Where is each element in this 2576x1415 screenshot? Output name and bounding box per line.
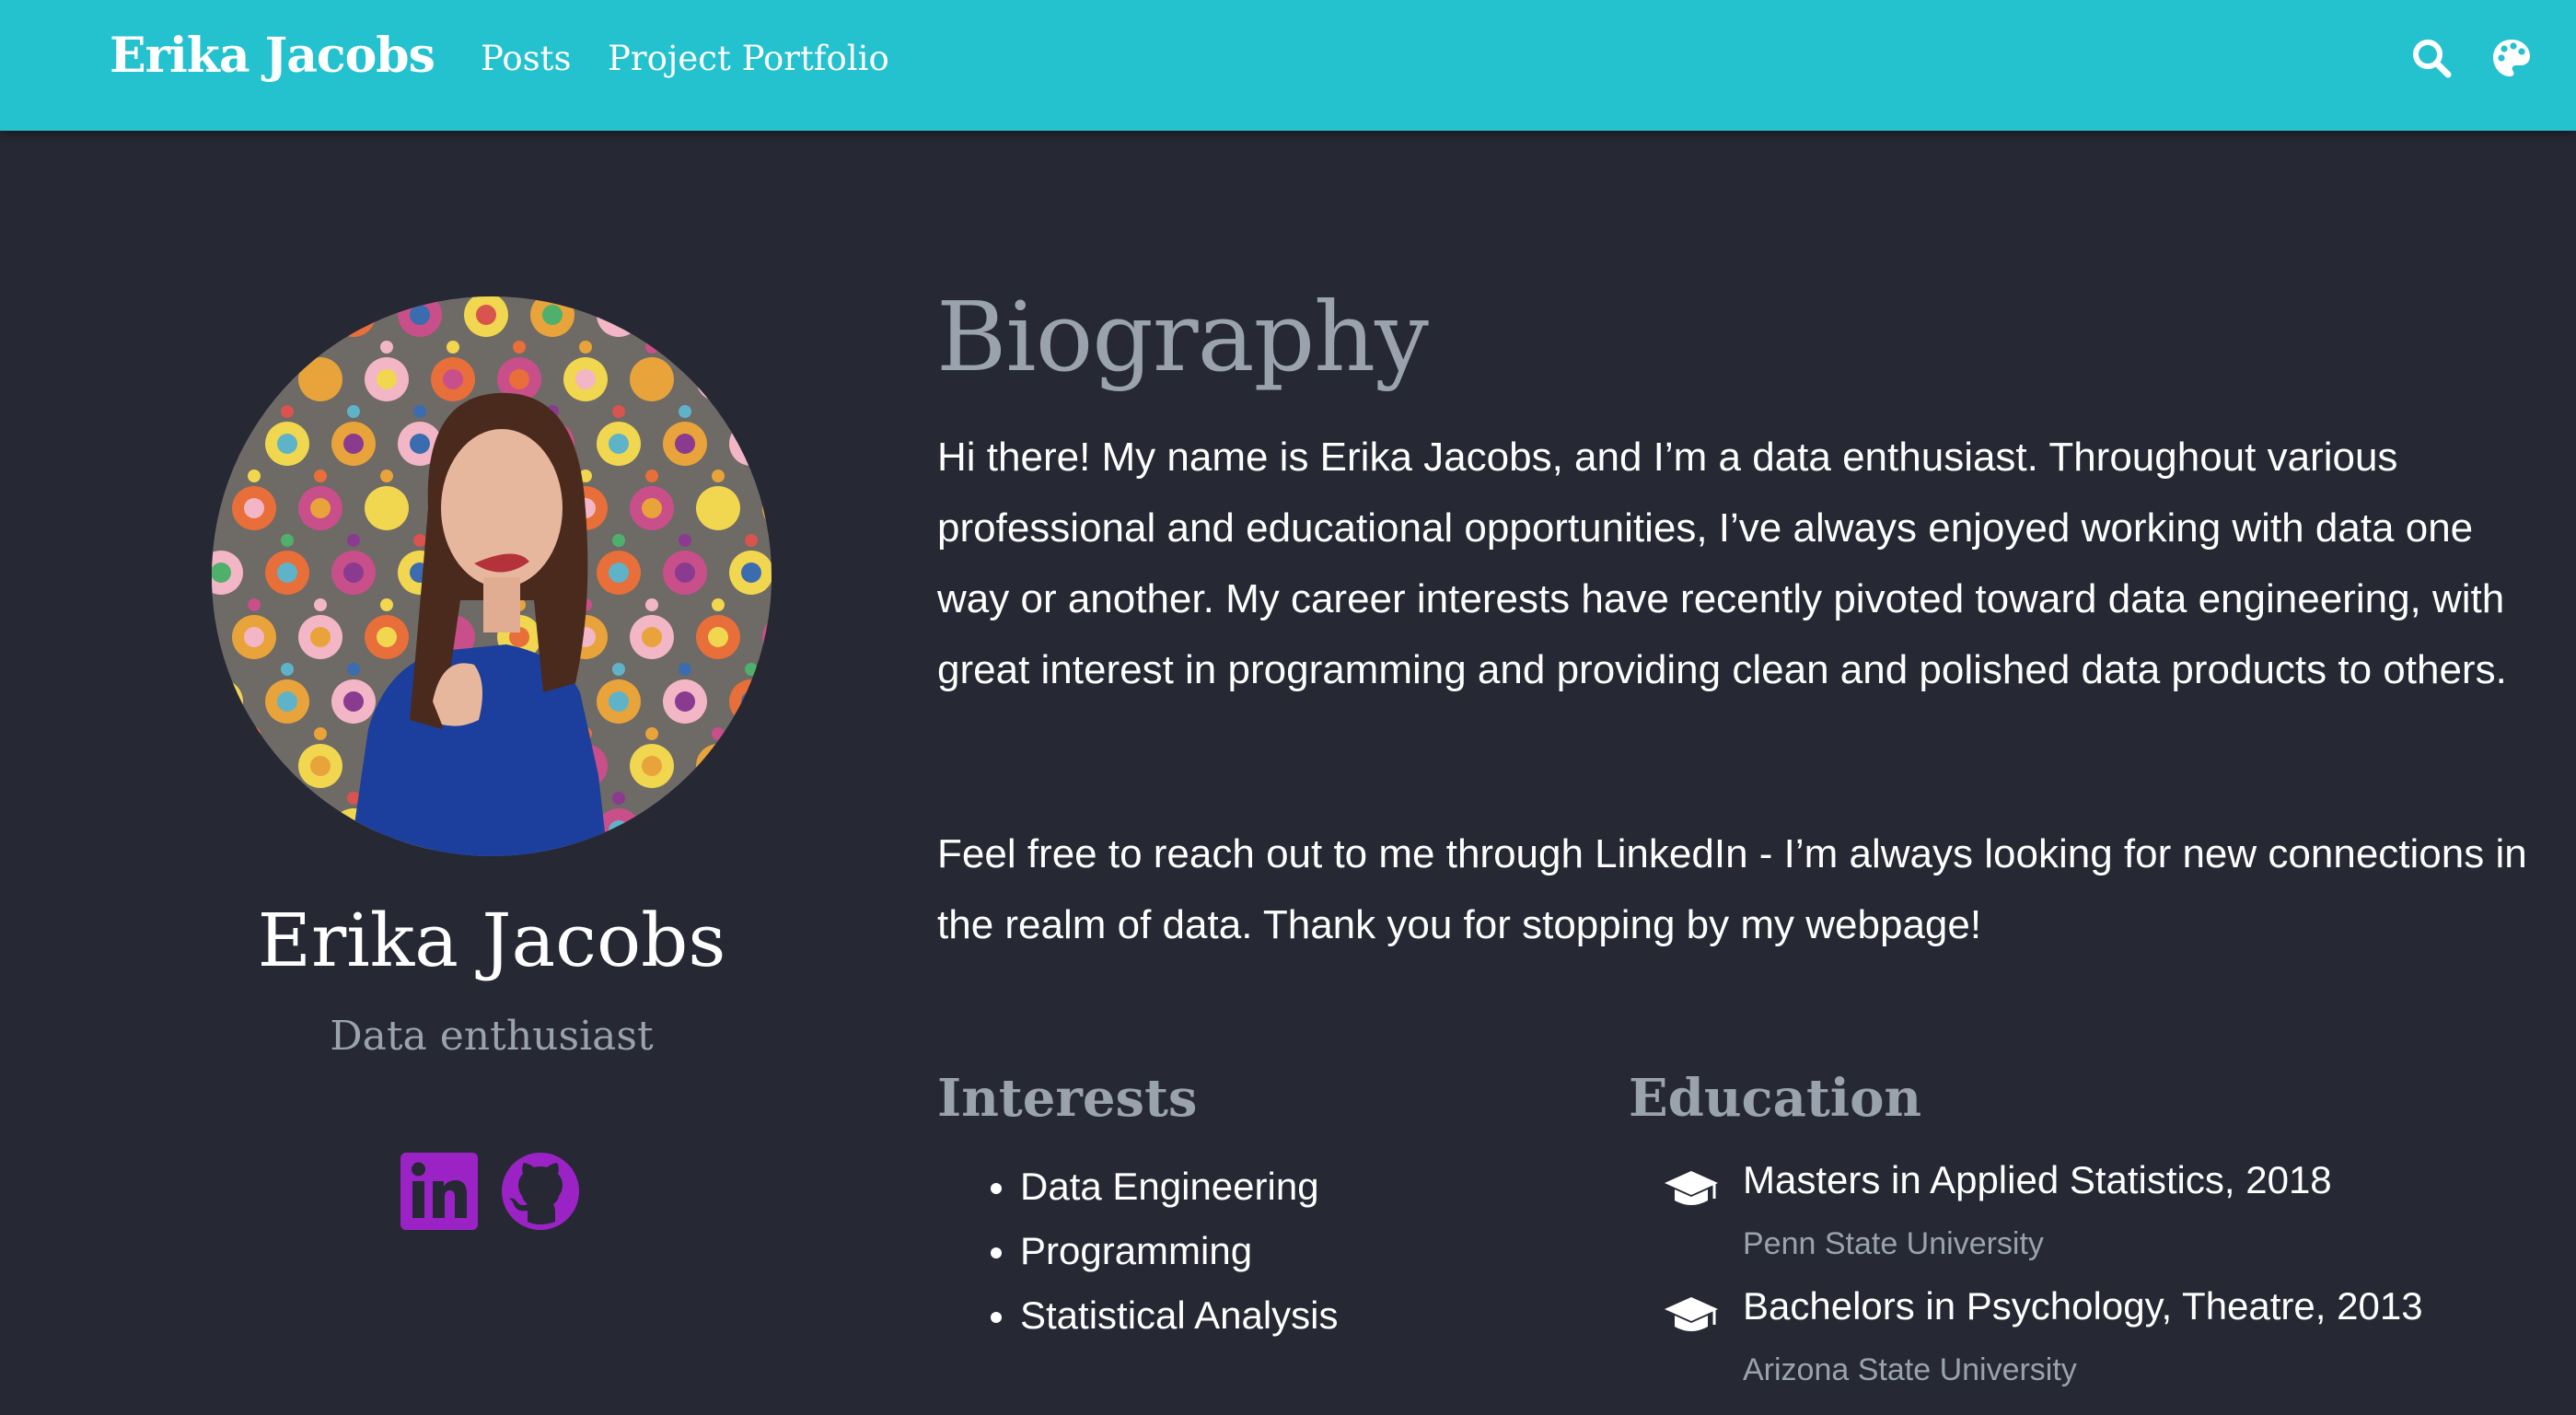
education-degree: Masters in Applied Statistics, 2018 [1743,1158,2332,1201]
biography-paragraph: Feel free to reach out to me through Lin… [937,831,2527,947]
education-item: Bachelors in Psychology, Theatre, 2013 A… [1663,1284,2491,1395]
nav-link-posts[interactable]: Posts [481,39,572,78]
education-school: Arizona State University [1743,1352,2077,1387]
education-degree: Bachelors in Psychology, Theatre, 2013 [1743,1284,2423,1328]
education-school: Penn State University [1743,1226,2044,1261]
github-icon[interactable] [500,1151,581,1232]
profile-role: Data enthusiast [330,1013,654,1060]
profile-name: Erika Jacobs [257,898,726,983]
graduation-cap-icon [1665,1297,1718,1331]
navbar: Erika Jacobs Posts Project Portfolio [0,0,2576,131]
site-brand-link[interactable]: Erika Jacobs [110,28,435,84]
search-icon[interactable] [2410,37,2453,79]
list-item: Data Engineering [937,1154,1338,1219]
interests-title: Interests [937,1068,1198,1129]
avatar [212,296,772,856]
nav-link-project-portfolio[interactable]: Project Portfolio [608,39,889,78]
education-item: Masters in Applied Statistics, 2018 Penn… [1663,1158,2491,1269]
education-title: Education [1629,1068,1922,1129]
list-item: Programming [937,1219,1338,1283]
avatar-photo [212,296,772,856]
linkedin-icon[interactable] [399,1151,480,1232]
list-item: Statistical Analysis [937,1283,1338,1348]
interests-list: Data Engineering Programming Statistical… [937,1154,1338,1348]
biography-paragraph: Hi there! My name is Erika Jacobs, and I… [937,435,2507,692]
biography-title: Biography [936,281,1429,393]
graduation-cap-icon [1665,1171,1718,1205]
palette-icon[interactable] [2490,37,2533,79]
